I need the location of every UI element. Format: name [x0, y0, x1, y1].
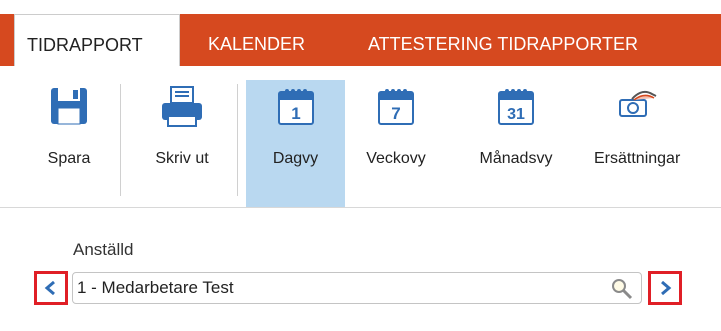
calendar-day-number: 1 [291, 104, 300, 123]
ribbon-separator [120, 84, 121, 196]
day-view-label: Dagvy [272, 150, 319, 167]
chevron-right-icon [658, 280, 672, 300]
search-icon[interactable] [611, 278, 633, 305]
calendar-week-icon: 7 [376, 86, 416, 131]
week-view-label: Veckovy [366, 150, 426, 167]
print-label: Skriv ut [155, 150, 209, 167]
next-employee-button[interactable] [648, 271, 682, 305]
month-view-button[interactable]: 31 Månadsvy [468, 80, 564, 207]
chevron-left-icon [44, 280, 58, 300]
print-button[interactable]: Skriv ut [138, 80, 226, 207]
employee-label: Anställd [73, 240, 134, 259]
calendar-month-icon: 31 [496, 86, 536, 131]
tab-bar: TIDRAPPORT KALENDER ATTESTERING TIDRAPPO… [0, 14, 721, 66]
compensation-button[interactable]: Ersättningar [592, 80, 702, 207]
ribbon-separator [237, 84, 238, 196]
tab-kalender[interactable]: KALENDER [208, 14, 305, 66]
previous-employee-button[interactable] [34, 271, 68, 305]
save-button[interactable]: Spara [34, 80, 104, 207]
month-view-label: Månadsvy [479, 150, 553, 167]
tab-attestering-tidrapporter[interactable]: ATTESTERING TIDRAPPORTER [368, 14, 638, 66]
printer-icon [160, 86, 204, 133]
employee-field [72, 272, 642, 304]
ribbon-divider [0, 207, 721, 208]
day-view-button[interactable]: 1 Dagvy [246, 80, 345, 207]
money-hand-icon [614, 86, 658, 131]
week-view-button[interactable]: 7 Veckovy [356, 80, 436, 207]
compensation-label: Ersättningar [594, 150, 681, 167]
save-icon [49, 86, 89, 131]
calendar-week-number: 7 [391, 104, 400, 123]
save-label: Spara [47, 150, 91, 167]
employee-input[interactable] [77, 273, 597, 303]
tab-tidrapport[interactable]: TIDRAPPORT [14, 14, 180, 66]
calendar-month-number: 31 [507, 106, 525, 123]
top-strip [0, 0, 721, 14]
calendar-day-icon: 1 [276, 86, 316, 131]
